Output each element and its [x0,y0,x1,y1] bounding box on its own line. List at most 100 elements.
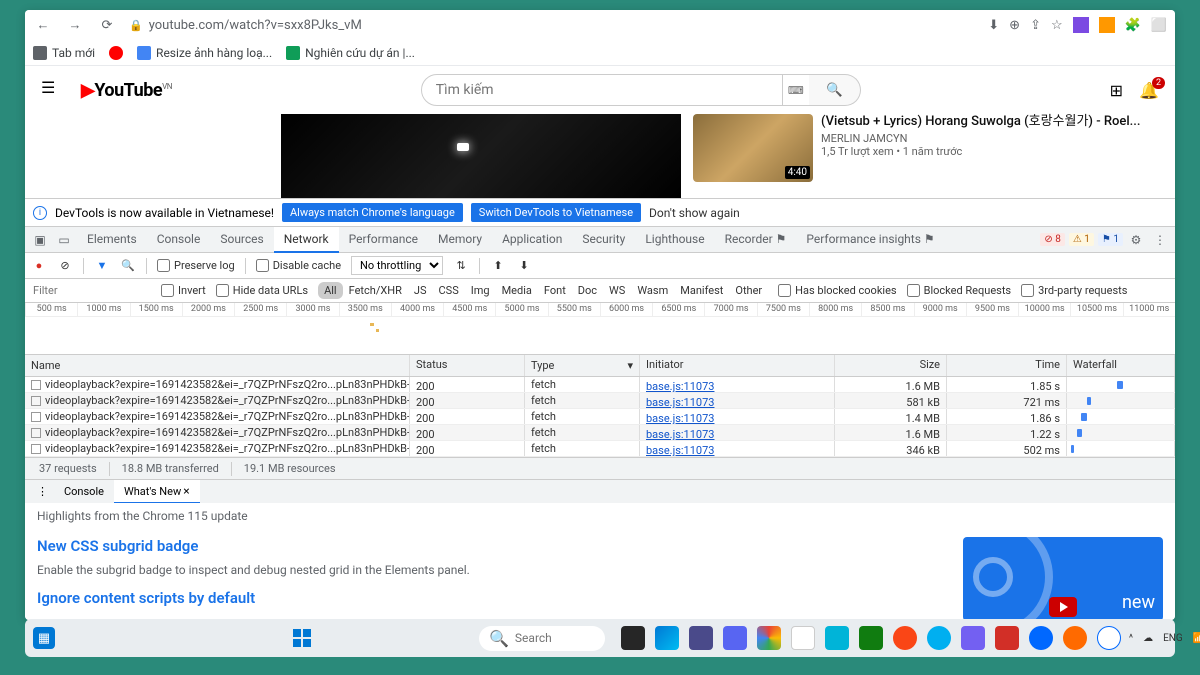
share-icon[interactable]: ⇪ [1030,18,1041,33]
filter-chip-css[interactable]: CSS [433,282,465,299]
clear-icon[interactable]: ⊘ [57,258,73,274]
extension-purple-icon[interactable] [1073,17,1089,33]
create-video-icon[interactable]: ⊞ [1110,81,1123,100]
tab-network[interactable]: Network [274,227,339,253]
taskbar-app-4[interactable] [995,626,1019,650]
invert-checkbox[interactable]: Invert [161,284,206,297]
youtube-logo[interactable]: ▶YouTubeVN [81,80,172,101]
tray-lang[interactable]: ENG [1163,633,1183,644]
reload-button[interactable]: ⟳ [97,15,117,35]
notifications-icon[interactable]: 🔔2 [1139,81,1159,100]
tab-performance-insights-[interactable]: Performance insights ⚑ [796,227,944,253]
whats-new-video-thumbnail[interactable]: new [963,537,1163,620]
request-checkbox[interactable] [31,396,41,406]
taskbar-app-5[interactable] [1063,626,1087,650]
drawer-menu-icon[interactable]: ⋮ [31,485,54,498]
record-icon[interactable]: ● [31,258,47,274]
filter-chip-doc[interactable]: Doc [572,282,603,299]
throttling-select[interactable]: No throttling [351,256,443,275]
search-button[interactable]: 🔍 [809,74,861,106]
taskbar-app-xbox[interactable] [859,626,883,650]
request-checkbox[interactable] [31,412,41,422]
preserve-log-checkbox[interactable]: Preserve log [157,259,235,272]
tab-elements[interactable]: Elements [77,227,147,253]
search-icon[interactable]: 🔍 [120,258,136,274]
tray-cloud-icon[interactable]: ☁ [1143,633,1153,644]
system-tray[interactable]: ^ ☁ ENG 📶 🔊 🔋 6:5 8/7/ [1129,627,1200,649]
tab-application[interactable]: Application [492,227,572,253]
filter-chip-ws[interactable]: WS [603,282,631,299]
dont-show-link[interactable]: Don't show again [649,206,740,220]
col-initiator-header[interactable]: Initiator [640,355,835,376]
inspect-icon[interactable]: ▣ [29,233,51,247]
related-thumbnail[interactable]: 4:40 [693,114,813,182]
window-icon[interactable]: ⬜ [1151,18,1167,33]
filter-chip-font[interactable]: Font [538,282,572,299]
always-match-button[interactable]: Always match Chrome's language [282,203,463,222]
col-name-header[interactable]: Name [25,355,410,376]
taskbar-search-input[interactable] [515,631,595,645]
network-timeline[interactable]: 500 ms1000 ms1500 ms2000 ms2500 ms3000 m… [25,303,1175,355]
video-player[interactable] [281,114,681,198]
request-row[interactable]: videoplayback?expire=1691423582&ei=_r7QZ… [25,409,1175,425]
widgets-icon[interactable]: ▦ [33,627,55,649]
col-time-header[interactable]: Time [947,355,1067,376]
hamburger-menu-icon[interactable]: ☰ [41,78,65,102]
taskbar-app-opera[interactable] [893,626,917,650]
taskbar-app-3[interactable] [791,626,815,650]
taskbar-app-1[interactable] [621,626,645,650]
keyboard-icon[interactable]: ⌨ [783,74,809,106]
tab-recorder-[interactable]: Recorder ⚑ [715,227,797,253]
request-row[interactable]: videoplayback?expire=1691423582&ei=_r7QZ… [25,441,1175,457]
col-type-header[interactable]: Type▾ [525,355,640,376]
taskbar-search[interactable]: 🔍 [479,626,605,651]
request-checkbox[interactable] [31,444,41,454]
tray-wifi-icon[interactable]: 📶 [1193,633,1200,644]
filter-chip-all[interactable]: All [318,282,343,299]
related-video[interactable]: 4:40 (Vietsub + Lyrics) Horang Suwolga (… [693,114,1159,198]
bookmark-youtube[interactable] [109,46,123,60]
bookmark-resize[interactable]: Resize ảnh hàng loạ... [137,46,272,60]
col-size-header[interactable]: Size [835,355,947,376]
filter-chip-other[interactable]: Other [729,282,768,299]
device-toolbar-icon[interactable]: ▭ [53,233,75,247]
whats-new-item2-title[interactable]: Ignore content scripts by default [37,589,923,607]
taskbar-app-discord[interactable] [723,626,747,650]
taskbar-app-edge[interactable] [655,626,679,650]
disable-cache-checkbox[interactable]: Disable cache [256,259,341,272]
filter-input[interactable] [31,282,151,300]
tab-security[interactable]: Security [572,227,635,253]
zoom-icon[interactable]: ⊕ [1009,18,1020,33]
devtools-counts[interactable]: ⊘ 8 ⚠ 1 ⚑ 1 [1040,233,1123,246]
whats-new-item1-title[interactable]: New CSS subgrid badge [37,537,923,555]
third-party-checkbox[interactable]: 3rd-party requests [1021,284,1127,297]
filter-chip-fetchxhr[interactable]: Fetch/XHR [343,282,408,299]
tab-console[interactable]: Console [147,227,211,253]
filter-chip-manifest[interactable]: Manifest [674,282,729,299]
blocked-cookies-checkbox[interactable]: Has blocked cookies [778,284,896,297]
filter-icon[interactable]: ▼ [94,258,110,274]
filter-chip-js[interactable]: JS [408,282,433,299]
taskbar-app-teamviewer[interactable] [825,626,849,650]
tray-chevron-icon[interactable]: ^ [1129,633,1133,644]
related-channel[interactable]: MERLIN JAMCYN [821,132,1141,145]
taskbar-app-viber[interactable] [961,626,985,650]
tab-memory[interactable]: Memory [428,227,492,253]
filter-chip-img[interactable]: Img [465,282,496,299]
more-icon[interactable]: ⋮ [1149,233,1171,247]
tab-sources[interactable]: Sources [210,227,273,253]
filter-chip-media[interactable]: Media [496,282,538,299]
related-title[interactable]: (Vietsub + Lyrics) Horang Suwolga (호랑수월가… [821,114,1141,130]
switch-language-button[interactable]: Switch DevTools to Vietnamese [471,203,641,222]
tab-whats-new[interactable]: What's New× [114,480,200,504]
col-waterfall-header[interactable]: Waterfall [1067,355,1175,376]
request-row[interactable]: videoplayback?expire=1691423582&ei=_r7QZ… [25,377,1175,393]
import-icon[interactable]: ⬆ [490,258,506,274]
tab-console[interactable]: Console [54,481,114,502]
request-row[interactable]: videoplayback?expire=1691423582&ei=_r7QZ… [25,425,1175,441]
download-icon[interactable]: ⬇ [988,18,999,33]
close-icon[interactable]: × [183,484,189,498]
taskbar-app-skype[interactable] [927,626,951,650]
settings-icon[interactable]: ⚙ [1125,233,1147,247]
col-status-header[interactable]: Status [410,355,525,376]
